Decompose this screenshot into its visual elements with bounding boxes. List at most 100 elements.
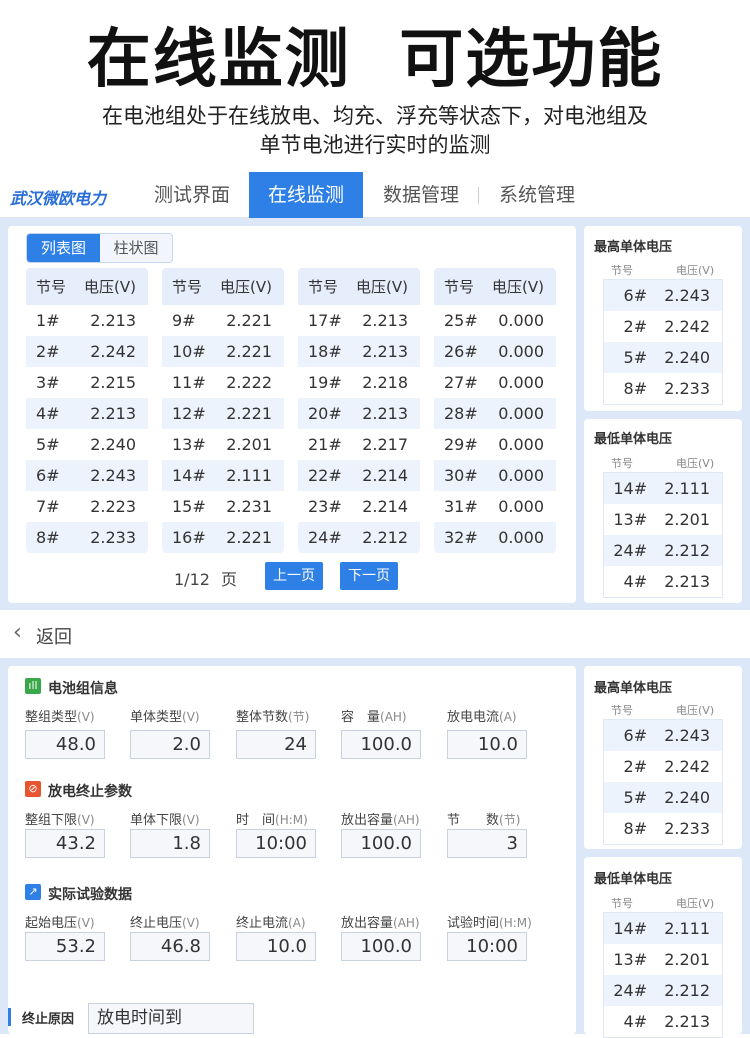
field-value-input[interactable]: 100.0 bbox=[341, 730, 421, 759]
cell-voltage: 2.214 bbox=[362, 466, 408, 485]
field-label-text: 放电电流 bbox=[447, 710, 500, 725]
field-value-input[interactable]: 53.2 bbox=[25, 932, 105, 961]
list-view-button[interactable]: 列表图 bbox=[27, 234, 100, 262]
cell-voltage: 2.201 bbox=[664, 510, 710, 529]
cell-no: 8# bbox=[623, 819, 648, 838]
cell-no: 2# bbox=[623, 317, 648, 336]
table-row: 3# 2.215 bbox=[26, 367, 148, 398]
field-value-input[interactable]: 1.8 bbox=[130, 829, 210, 858]
bar-view-button[interactable]: 柱状图 bbox=[100, 234, 172, 262]
highest-voltage-list: 6# 2.243 2# 2.242 5# 2.240 8# 2.233 bbox=[603, 279, 723, 405]
field-value-input[interactable]: 48.0 bbox=[25, 730, 105, 759]
table-row: 18# 2.213 bbox=[298, 336, 420, 367]
list-item: 13# 2.201 bbox=[604, 504, 722, 535]
field-label-text: 终止电流 bbox=[236, 916, 289, 931]
field-value-input[interactable]: 24 bbox=[236, 730, 316, 759]
list-item: 5# 2.240 bbox=[604, 782, 722, 813]
list-item: 8# 2.233 bbox=[604, 373, 722, 404]
cell-no: 25# bbox=[444, 311, 478, 330]
back-bar: ‹ 返回 bbox=[0, 610, 750, 658]
cell-no: 2# bbox=[36, 342, 60, 361]
field-label-text: 试验时间 bbox=[447, 916, 500, 931]
battery-info-title: 电池组信息 bbox=[48, 681, 118, 697]
field-unit: (V) bbox=[182, 710, 200, 724]
tab-data-management[interactable]: 数据管理 bbox=[366, 172, 476, 218]
field-value-input[interactable]: 3 bbox=[447, 829, 527, 858]
nav-divider bbox=[478, 187, 479, 204]
cell-no: 31# bbox=[444, 497, 478, 516]
field-label-text: 放出容量 bbox=[341, 813, 394, 828]
cell-voltage: 2.242 bbox=[664, 317, 710, 336]
list-item: 4# 2.213 bbox=[604, 1006, 722, 1037]
cell-no: 6# bbox=[623, 726, 648, 745]
tab-test-ui[interactable]: 测试界面 bbox=[140, 172, 244, 218]
cell-voltage: 2.111 bbox=[664, 479, 710, 498]
hero-subtitle: 在电池组处于在线放电、均充、浮充等状态下，对电池组及 单节电池进行实时的监测 bbox=[0, 102, 750, 160]
table-row: 22# 2.214 bbox=[298, 460, 420, 491]
field-unit: (H:M) bbox=[499, 916, 532, 930]
tab-online-monitor[interactable]: 在线监测 bbox=[249, 172, 363, 218]
cell-no: 20# bbox=[308, 404, 342, 423]
list-item: 6# 2.243 bbox=[604, 280, 722, 311]
table-row: 7# 2.223 bbox=[26, 491, 148, 522]
stop-reason-label: 终止原因 bbox=[22, 1012, 75, 1027]
cell-voltage: 2.242 bbox=[90, 342, 136, 361]
field-label: 整组类型(V) bbox=[25, 706, 95, 725]
list-item: 13# 2.201 bbox=[604, 944, 722, 975]
field-value-input[interactable]: 10.0 bbox=[447, 730, 527, 759]
cell-no: 22# bbox=[308, 466, 342, 485]
field-value-input[interactable]: 10:00 bbox=[447, 932, 527, 961]
cell-no: 5# bbox=[623, 788, 648, 807]
tab-system-management[interactable]: 系统管理 bbox=[482, 172, 592, 218]
table-header: 节号 电压(V) bbox=[162, 268, 284, 305]
table-row: 15# 2.231 bbox=[162, 491, 284, 522]
stop-params-title: 放电终止参数 bbox=[48, 784, 132, 800]
cell-no: 6# bbox=[623, 286, 648, 305]
cell-voltage: 2.212 bbox=[362, 528, 408, 547]
field-value-input[interactable]: 100.0 bbox=[341, 829, 421, 858]
col-no-header: 节号 bbox=[444, 278, 475, 296]
table-row: 4# 2.213 bbox=[26, 398, 148, 429]
cell-no: 5# bbox=[623, 348, 648, 367]
cell-voltage: 2.218 bbox=[362, 373, 408, 392]
field-label: 试验时间(H:M) bbox=[447, 912, 532, 931]
page-indicator: 1/12 页 bbox=[174, 570, 238, 589]
chevron-left-icon[interactable]: ‹ bbox=[13, 620, 22, 645]
field-label: 时 间(H:M) bbox=[236, 809, 308, 828]
cell-voltage: 2.214 bbox=[362, 497, 408, 516]
cell-no: 13# bbox=[613, 510, 648, 529]
cell-voltage: 2.201 bbox=[664, 950, 710, 969]
cell-no: 3# bbox=[36, 373, 60, 392]
cell-voltage: 2.217 bbox=[362, 435, 408, 454]
cell-voltage: 2.213 bbox=[664, 1012, 710, 1031]
table-row: 19# 2.218 bbox=[298, 367, 420, 398]
table-row: 1# 2.213 bbox=[26, 305, 148, 336]
field-value-input[interactable]: 10.0 bbox=[236, 932, 316, 961]
cell-no: 18# bbox=[308, 342, 342, 361]
cell-no: 4# bbox=[623, 572, 648, 591]
cell-voltage: 0.000 bbox=[498, 466, 544, 485]
stop-params-icon: ⊘ bbox=[25, 781, 41, 797]
cell-voltage: 0.000 bbox=[498, 373, 544, 392]
view-toggle: 列表图 柱状图 bbox=[26, 233, 173, 263]
cell-voltage: 2.240 bbox=[664, 788, 710, 807]
next-page-button[interactable]: 下一页 bbox=[340, 562, 398, 590]
cell-voltage: 2.221 bbox=[226, 311, 272, 330]
field-value-input[interactable]: 100.0 bbox=[341, 932, 421, 961]
col-voltage-header: 电压(V) bbox=[220, 278, 272, 296]
cell-no: 4# bbox=[623, 1012, 648, 1031]
field-value-input[interactable]: 10:00 bbox=[236, 829, 316, 858]
prev-page-button[interactable]: 上一页 bbox=[265, 562, 323, 590]
battery-info-icon: ıll bbox=[25, 678, 41, 694]
back-button[interactable]: 返回 bbox=[36, 623, 72, 649]
field-unit: (A) bbox=[499, 710, 517, 724]
voltage-table-column: 节号 电压(V) 1# 2.213 2# 2.242 3# 2.215 4# 2.213 5# 2.2… bbox=[26, 268, 148, 553]
cell-voltage: 2.111 bbox=[226, 466, 272, 485]
field-value-input[interactable]: 46.8 bbox=[130, 932, 210, 961]
cell-no: 24# bbox=[308, 528, 342, 547]
field-value-input[interactable]: 43.2 bbox=[25, 829, 105, 858]
stop-reason-field[interactable]: 放电时间到 bbox=[88, 1003, 254, 1034]
field-label: 起始电压(V) bbox=[25, 912, 95, 931]
cell-no: 15# bbox=[172, 497, 206, 516]
field-value-input[interactable]: 2.0 bbox=[130, 730, 210, 759]
